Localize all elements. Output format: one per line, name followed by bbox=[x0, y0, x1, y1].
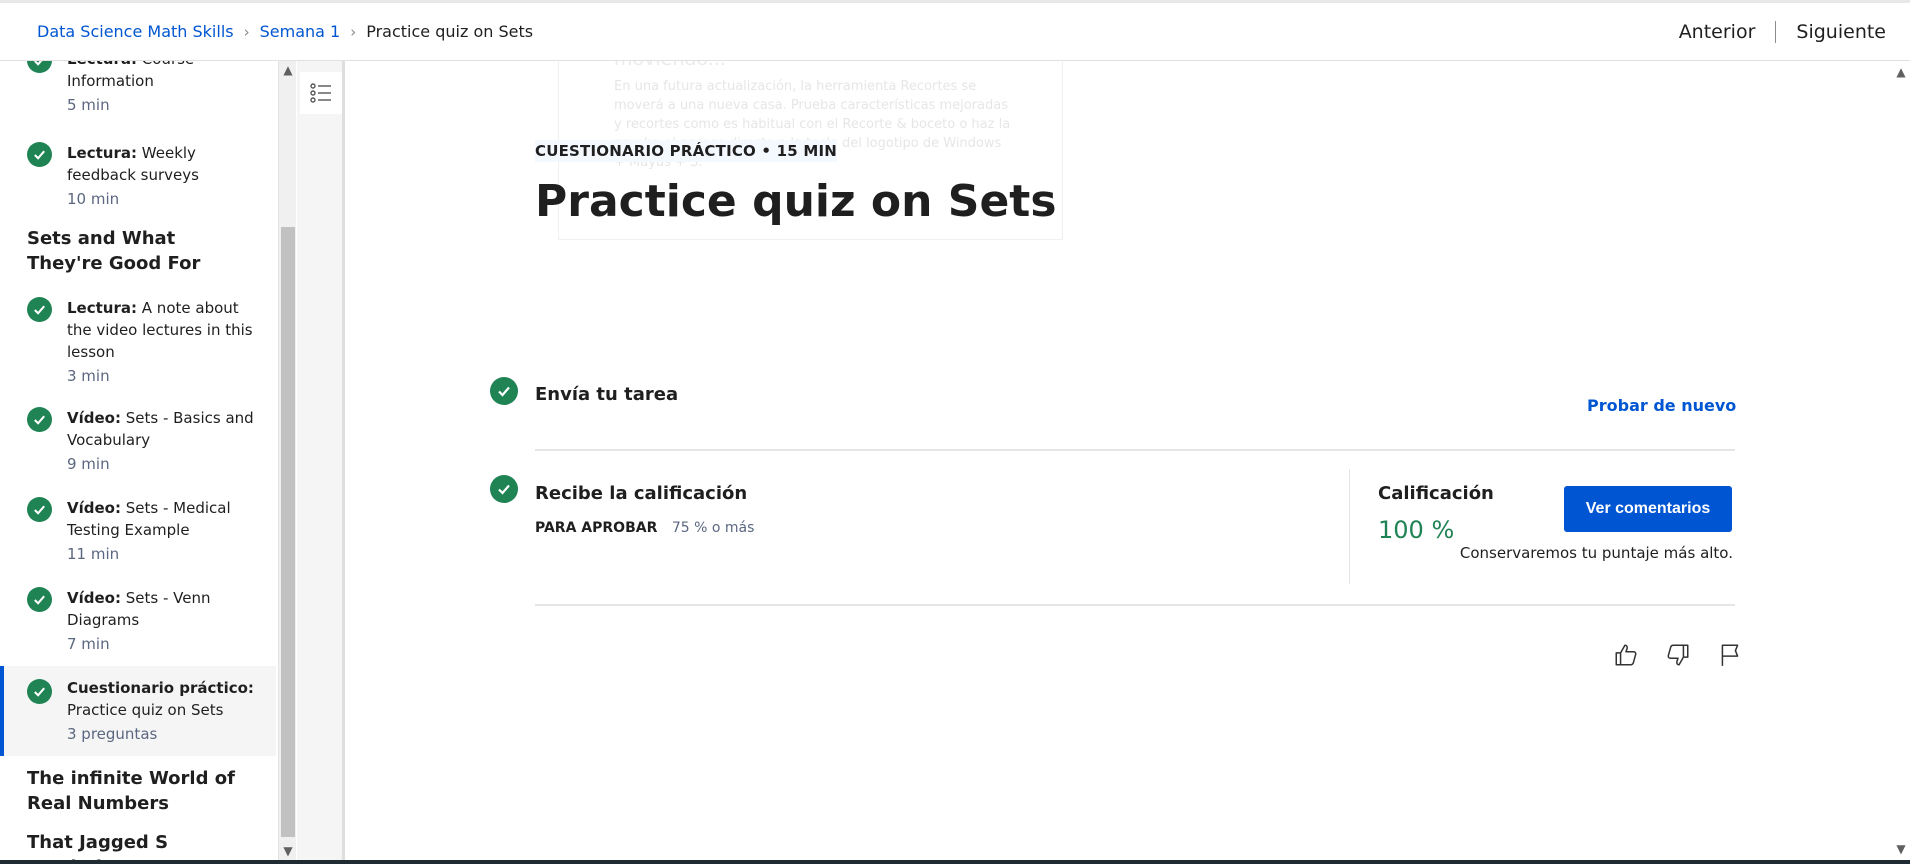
completed-check-icon bbox=[27, 679, 52, 704]
item-title: Practice quiz on Sets bbox=[67, 701, 224, 719]
breadcrumb-course-link[interactable]: Data Science Math Skills bbox=[37, 22, 234, 41]
highest-score-note: Conservaremos tu puntaje más alto. bbox=[1459, 544, 1733, 562]
completed-check-icon bbox=[27, 61, 52, 73]
sidebar-scrollbar[interactable]: ▲ ▼ bbox=[278, 61, 296, 860]
step-submit-title: Envía tu tarea bbox=[535, 384, 679, 405]
item-duration: 3 preguntas bbox=[67, 725, 158, 743]
sidebar-item-note-video-lectures[interactable]: Lectura: A note about the video lectures… bbox=[0, 297, 276, 387]
taskbar-edge bbox=[0, 860, 1910, 864]
divider bbox=[535, 604, 1735, 606]
sidebar-section-heading[interactable]: Sets and What They're Good For bbox=[27, 226, 247, 276]
thumbs-down-icon[interactable] bbox=[1662, 639, 1694, 671]
sidebar-item-weekly-feedback-surveys[interactable]: Lectura: Weekly feedback surveys 10 min bbox=[0, 142, 276, 212]
thumbs-up-icon[interactable] bbox=[1610, 639, 1642, 671]
vertical-divider bbox=[1349, 469, 1350, 584]
scrollbar-thumb[interactable] bbox=[281, 227, 295, 837]
page-title: Practice quiz on Sets bbox=[535, 176, 1057, 227]
passing-label: PARA APROBAR bbox=[535, 520, 658, 536]
sidebar-item-label: Lectura: Course Information 5 min bbox=[67, 61, 262, 116]
main-content: La herramienta Recortes se está moviendo… bbox=[348, 0, 1900, 860]
item-duration: 5 min bbox=[67, 96, 110, 114]
scroll-down-arrow-icon[interactable]: ▼ bbox=[1892, 842, 1910, 860]
scroll-down-arrow-icon[interactable]: ▼ bbox=[279, 842, 297, 860]
item-navigation: Anterior Siguiente bbox=[1679, 21, 1886, 43]
breadcrumb-week-link[interactable]: Semana 1 bbox=[260, 22, 341, 41]
feedback-actions bbox=[1610, 639, 1746, 671]
item-type: Lectura: bbox=[67, 144, 137, 162]
scroll-up-arrow-icon[interactable]: ▲ bbox=[279, 61, 297, 79]
item-type: Cuestionario práctico: bbox=[67, 679, 254, 697]
completed-check-icon bbox=[490, 377, 518, 405]
retry-link[interactable]: Probar de nuevo bbox=[1587, 396, 1736, 415]
item-duration: 10 min bbox=[67, 190, 120, 208]
passing-value: 75 % o más bbox=[671, 520, 755, 536]
item-type: Vídeo: bbox=[67, 499, 121, 517]
course-sidebar: Lectura: Course Information 5 min Lectur… bbox=[0, 61, 278, 860]
item-duration: 9 min bbox=[67, 455, 110, 473]
completed-check-icon bbox=[27, 407, 52, 432]
sidebar-item-sets-venn-diagrams[interactable]: Vídeo: Sets - Venn Diagrams 7 min bbox=[0, 587, 276, 657]
chevron-right-icon: › bbox=[243, 22, 250, 41]
sidebar-item-label: Vídeo: Sets - Basics and Vocabulary 9 mi… bbox=[67, 407, 262, 475]
scroll-up-arrow-icon[interactable]: ▲ bbox=[1892, 65, 1910, 83]
outline-toggle-button[interactable] bbox=[300, 72, 342, 114]
sidebar-item-label: Lectura: Weekly feedback surveys 10 min bbox=[67, 142, 262, 210]
step-grade-title: Recibe la calificación bbox=[535, 483, 748, 504]
completed-check-icon bbox=[490, 475, 518, 503]
completed-check-icon bbox=[27, 497, 52, 522]
next-button[interactable]: Siguiente bbox=[1796, 21, 1886, 43]
sidebar-section-heading[interactable]: That Jagged S Symbol bbox=[27, 830, 247, 860]
sidebar-item-course-information[interactable]: Lectura: Course Information 5 min bbox=[0, 61, 276, 114]
previous-button[interactable]: Anterior bbox=[1679, 21, 1756, 43]
sidebar-item-sets-basics[interactable]: Vídeo: Sets - Basics and Vocabulary 9 mi… bbox=[0, 407, 276, 477]
sidebar-item-label: Lectura: A note about the video lectures… bbox=[67, 297, 262, 387]
sidebar-item-sets-medical-testing[interactable]: Vídeo: Sets - Medical Testing Example 11… bbox=[0, 497, 276, 567]
passing-threshold: PARA APROBAR 75 % o más bbox=[535, 520, 754, 536]
completed-check-icon bbox=[27, 142, 52, 167]
list-icon bbox=[310, 83, 331, 103]
grade-value: 100 % bbox=[1378, 516, 1455, 544]
item-type: Lectura: bbox=[67, 61, 137, 68]
breadcrumb-current: Practice quiz on Sets bbox=[366, 22, 534, 41]
item-eyebrow: CUESTIONARIO PRÁCTICO • 15 MIN bbox=[535, 140, 837, 162]
main-scrollbar[interactable]: ▲ ▼ bbox=[1892, 61, 1910, 860]
sidebar-section-heading[interactable]: The infinite World of Real Numbers bbox=[27, 766, 247, 816]
grade-label: Calificación bbox=[1378, 483, 1494, 504]
item-duration: 11 min bbox=[67, 545, 120, 563]
item-type: Lectura: bbox=[67, 299, 137, 317]
nav-divider bbox=[1775, 21, 1777, 43]
item-duration: 3 min bbox=[67, 367, 110, 385]
item-duration: 7 min bbox=[67, 635, 110, 653]
completed-check-icon bbox=[27, 587, 52, 612]
completed-check-icon bbox=[27, 297, 52, 322]
item-type: Vídeo: bbox=[67, 409, 121, 427]
chevron-right-icon: › bbox=[350, 22, 357, 41]
sidebar-item-label: Vídeo: Sets - Medical Testing Example 11… bbox=[67, 497, 262, 565]
breadcrumb: Data Science Math Skills › Semana 1 › Pr… bbox=[37, 22, 533, 41]
view-feedback-button[interactable]: Ver comentarios bbox=[1564, 486, 1732, 532]
top-bar: Data Science Math Skills › Semana 1 › Pr… bbox=[0, 0, 1910, 61]
flag-icon[interactable] bbox=[1714, 639, 1746, 671]
sidebar-item-label: Vídeo: Sets - Venn Diagrams 7 min bbox=[67, 587, 262, 655]
divider bbox=[535, 449, 1735, 451]
sidebar-item-label: Cuestionario práctico: Practice quiz on … bbox=[67, 677, 262, 745]
sidebar-item-practice-quiz-sets[interactable]: Cuestionario práctico: Practice quiz on … bbox=[0, 666, 276, 756]
outline-rail bbox=[297, 61, 345, 860]
item-type: Vídeo: bbox=[67, 589, 121, 607]
